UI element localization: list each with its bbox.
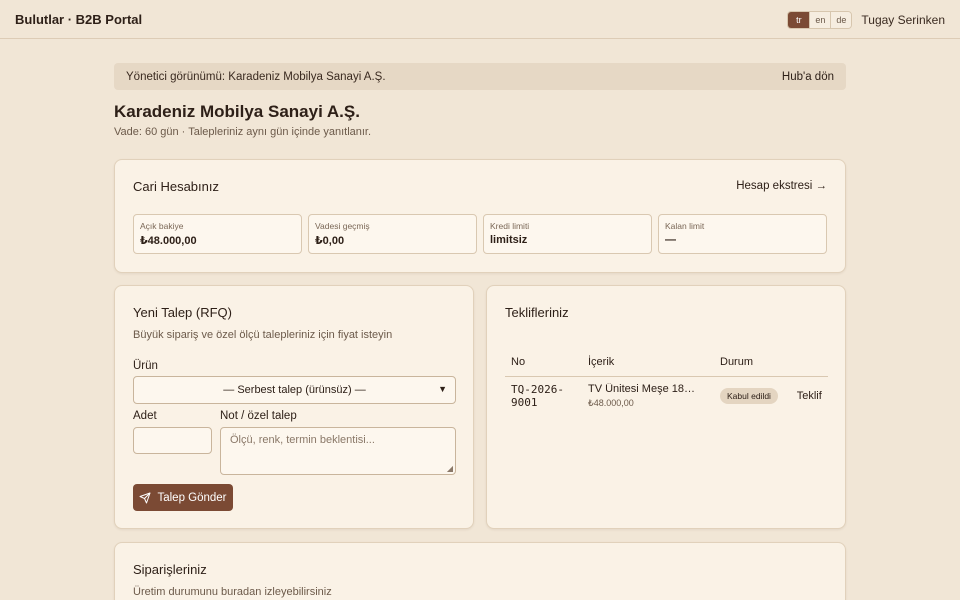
- rfq-title: Yeni Talep (RFQ): [133, 305, 232, 320]
- payment-terms: Vade: 60 gün · Talepleriniz aynı gün içi…: [114, 126, 372, 138]
- note-label: Not / özel talep: [220, 410, 297, 422]
- rfq-subtitle: Büyük sipariş ve özel ölçü talepleriniz …: [133, 329, 393, 341]
- brand-title: Bulutlar · B2B Portal: [15, 11, 143, 27]
- stat-label: Açık bakiye: [140, 221, 184, 231]
- top-bar: Bulutlar · B2B Portal tr en de Tugay Ser…: [0, 0, 960, 39]
- stat-credit-limit: Kredi limiti limitsiz: [483, 214, 652, 254]
- resize-handle-icon[interactable]: ◢: [447, 464, 453, 473]
- stat-value: ₺48.000,00: [140, 235, 197, 247]
- offer-item-name: TV Ünitesi Meşe 180 cm: [588, 383, 700, 396]
- stat-overdue: Vadesi geçmiş ₺0,00: [308, 214, 477, 254]
- account-card: Cari Hesabınız Hesap ekstresi → Açık bak…: [114, 159, 846, 273]
- stat-open-balance: Açık bakiye ₺48.000,00: [133, 214, 302, 254]
- lang-en-button[interactable]: en: [809, 11, 831, 28]
- account-stats: Açık bakiye ₺48.000,00 Vadesi geçmiş ₺0,…: [133, 214, 827, 254]
- back-to-hub-link[interactable]: Hub'a dön: [782, 71, 834, 83]
- send-request-button[interactable]: Talep Gönder: [133, 484, 233, 511]
- offer-link[interactable]: Teklif: [791, 376, 828, 416]
- offer-status-cell: Kabul edildi: [714, 376, 791, 416]
- note-placeholder: Ölçü, renk, termin beklentisi...: [230, 434, 375, 446]
- chevron-down-icon: ▼: [438, 384, 447, 394]
- offers-header-row: No İçerik Durum: [505, 348, 828, 377]
- stat-label: Vadesi geçmiş: [315, 221, 370, 231]
- column-header-action: [790, 348, 828, 377]
- offers-card: Teklifleriniz No İçerik Durum TQ-2026-90…: [486, 285, 846, 529]
- quantity-input[interactable]: [133, 427, 212, 454]
- note-textarea[interactable]: Ölçü, renk, termin beklentisi... ◢: [220, 427, 456, 475]
- top-bar-right: tr en de Tugay Serinken: [787, 0, 945, 39]
- stat-label: Kalan limit: [665, 221, 705, 231]
- offer-number: TQ-2026-9001: [511, 383, 564, 410]
- stat-remaining-limit: Kalan limit —: [658, 214, 827, 254]
- stat-value: limitsiz: [490, 234, 528, 246]
- product-select-value: — Serbest talep (ürünsüz) —: [223, 384, 366, 396]
- stat-value: —: [665, 234, 676, 246]
- send-icon: [139, 492, 151, 503]
- account-title: Cari Hesabınız: [133, 179, 219, 194]
- language-switcher: tr en de: [787, 10, 853, 29]
- product-label: Ürün: [133, 360, 158, 372]
- orders-subtitle: Üretim durumunu buradan izleyebilirsiniz: [133, 586, 332, 598]
- quantity-label: Adet: [133, 410, 157, 422]
- send-request-label: Talep Gönder: [157, 491, 227, 504]
- table-row[interactable]: TQ-2026-9001 TV Ünitesi Meşe 180 cm ₺48.…: [505, 376, 828, 416]
- column-header-content: İçerik: [582, 348, 714, 377]
- admin-view-banner: Yönetici görünümü: Karadeniz Mobilya San…: [114, 63, 846, 90]
- orders-title: Siparişleriniz: [133, 562, 207, 577]
- orders-card: Siparişleriniz Üretim durumunu buradan i…: [114, 542, 846, 600]
- stat-label: Kredi limiti: [490, 221, 530, 231]
- lang-de-button[interactable]: de: [830, 11, 852, 28]
- rfq-card: Yeni Talep (RFQ) Büyük sipariş ve özel ö…: [114, 285, 474, 529]
- statement-link[interactable]: Hesap ekstresi →: [736, 180, 827, 192]
- offer-amount: ₺48.000,00: [588, 398, 634, 409]
- admin-view-text: Yönetici görünümü: Karadeniz Mobilya San…: [126, 70, 386, 83]
- lang-tr-button[interactable]: tr: [788, 11, 810, 28]
- product-select[interactable]: — Serbest talep (ürünsüz) — ▼: [133, 376, 456, 404]
- column-header-no: No: [505, 348, 582, 377]
- stat-value: ₺0,00: [315, 235, 345, 247]
- offers-table: No İçerik Durum TQ-2026-9001 TV Ünitesi …: [505, 348, 828, 416]
- column-header-status: Durum: [714, 348, 791, 377]
- offer-content: TV Ünitesi Meşe 180 cm ₺48.000,00: [582, 376, 714, 416]
- company-name: Karadeniz Mobilya Sanayi A.Ş.: [114, 102, 360, 121]
- user-name-menu[interactable]: Tugay Serinken: [861, 13, 945, 27]
- offers-title: Teklifleriniz: [505, 305, 569, 320]
- status-badge: Kabul edildi: [720, 388, 778, 405]
